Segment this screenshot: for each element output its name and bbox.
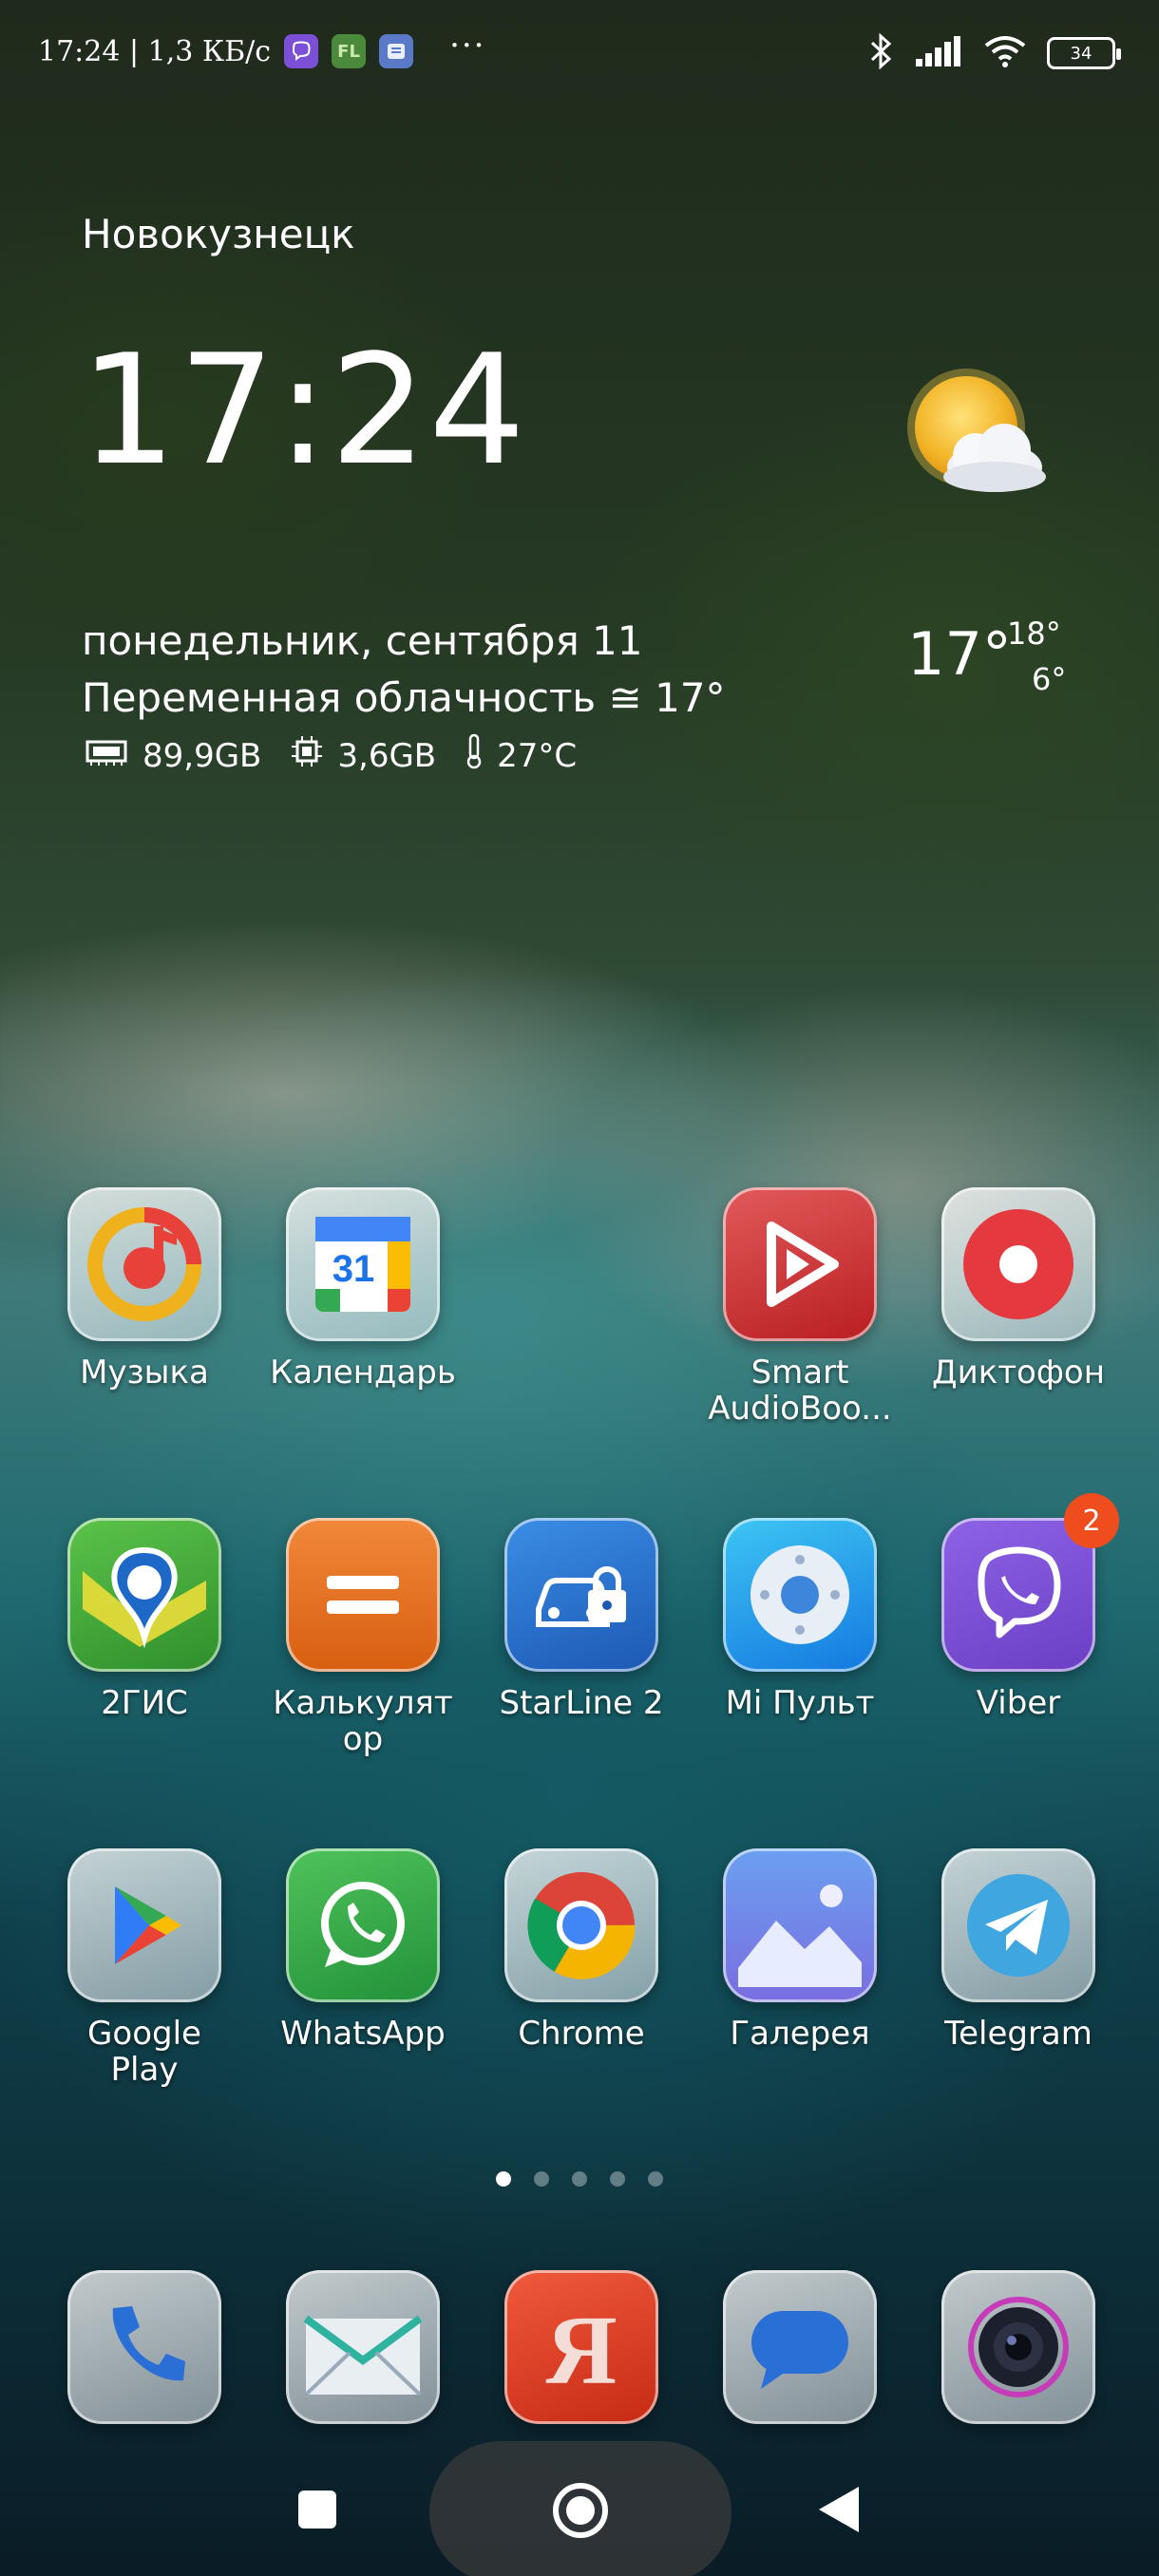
app-label: 2ГИС (101, 1684, 188, 1722)
page-dot[interactable] (534, 2171, 549, 2187)
mail-icon[interactable] (286, 2270, 440, 2424)
app-label: Viber (976, 1684, 1061, 1722)
home-button[interactable] (551, 2481, 610, 2544)
app-whatsapp[interactable]: WhatsApp (268, 1848, 458, 2052)
app-recorder[interactable]: Диктофон (923, 1187, 1113, 1391)
messages-icon[interactable] (723, 2270, 877, 2424)
low-temperature: 6° (1032, 661, 1067, 697)
wifi-icon (982, 34, 1028, 72)
storage-value: 89,9GB (142, 736, 262, 775)
app-label: Chrome (518, 2015, 645, 2053)
map-pin-icon[interactable] (67, 1518, 221, 1672)
gallery-icon[interactable] (723, 1848, 877, 2002)
app-mi-remote[interactable]: Mi Пульт (705, 1518, 895, 1721)
cpu-icon (290, 734, 324, 777)
page-dot[interactable] (572, 2171, 587, 2187)
page-dot[interactable] (610, 2171, 625, 2187)
yandex-icon[interactable]: Я (504, 2270, 658, 2424)
recents-button[interactable] (296, 2489, 338, 2534)
app-label: Google Play (87, 2015, 201, 2089)
app-google-play[interactable]: Google Play (49, 1848, 239, 2088)
app-calendar[interactable]: 31 Календарь (268, 1187, 458, 1391)
page-dot[interactable] (648, 2171, 663, 2187)
app-label: Telegram (944, 2015, 1092, 2053)
app-label: Диктофон (932, 1354, 1105, 1392)
weather-condition[interactable]: Переменная облачность ≅ 17° (82, 674, 726, 721)
app-label: WhatsApp (280, 2015, 446, 2053)
app-smart-audiobook[interactable]: Smart AudioBoo... (705, 1187, 895, 1427)
app-label: Музыка (80, 1354, 209, 1392)
status-bar: 17:24 | 1,3 КБ/с FL ··· 34 (0, 0, 1159, 104)
app-2gis[interactable]: 2ГИС (49, 1518, 239, 1721)
app-label: Mi Пульт (725, 1684, 875, 1722)
calendar-icon[interactable]: 31 (286, 1187, 440, 1341)
more-notifications-icon: ··· (449, 27, 486, 65)
app-chrome[interactable]: Chrome (486, 1848, 676, 2052)
status-time-speed: 17:24 | 1,3 КБ/с (38, 34, 272, 68)
dock-phone[interactable] (49, 2270, 239, 2424)
current-temperature[interactable]: 17° (907, 619, 1012, 689)
remote-icon[interactable] (723, 1518, 877, 1672)
app-label: StarLine 2 (499, 1684, 664, 1722)
signal-icon (914, 34, 963, 72)
app-label: Календарь (270, 1354, 456, 1392)
telegram-icon[interactable] (941, 1848, 1095, 2002)
fl-notification-icon: FL (332, 34, 367, 68)
calendar-day: 31 (332, 1248, 375, 1290)
app-gallery[interactable]: Галерея (705, 1848, 895, 2052)
app-label: Калькулят ор (273, 1684, 453, 1758)
viber-notification-icon (284, 34, 319, 68)
battery-icon: 34 (1047, 37, 1121, 69)
audiobook-icon[interactable] (723, 1187, 877, 1341)
cpu-temp-value: 27°C (497, 736, 578, 775)
car-lock-icon[interactable] (504, 1518, 658, 1672)
app-viber[interactable]: 2 Viber (923, 1493, 1119, 1722)
thermometer-icon (465, 733, 484, 778)
app-label: Smart AudioBoo... (708, 1354, 892, 1428)
app-label: Галерея (730, 2015, 870, 2053)
partly-cloudy-icon[interactable] (888, 361, 1059, 513)
dock-camera[interactable] (923, 2270, 1113, 2424)
widget-clock[interactable]: 17:24 (80, 334, 527, 486)
notification-badge: 2 (1064, 1493, 1119, 1548)
phone-icon[interactable] (67, 2270, 221, 2424)
dock-messages[interactable] (705, 2270, 895, 2424)
yandex-letter: Я (545, 2296, 617, 2404)
back-button[interactable] (817, 2485, 861, 2538)
page-indicator[interactable] (0, 2171, 1159, 2187)
widget-date[interactable]: понедельник, сентября 11 (82, 617, 643, 664)
camera-icon[interactable] (941, 2270, 1095, 2424)
battery-level: 34 (1070, 43, 1092, 64)
bluetooth-icon (868, 32, 895, 74)
chrome-icon[interactable] (504, 1848, 658, 2002)
city-label[interactable]: Новокузнецк (82, 211, 355, 257)
dock-yandex[interactable]: Я (486, 2270, 676, 2424)
notes-notification-icon (379, 34, 414, 68)
calculator-icon[interactable] (286, 1518, 440, 1672)
app-music[interactable]: Музыка (49, 1187, 239, 1391)
page-dot[interactable] (496, 2171, 511, 2187)
ram-value: 3,6GB (337, 736, 437, 775)
whatsapp-icon[interactable] (286, 1848, 440, 2002)
app-calculator[interactable]: Калькулят ор (268, 1518, 458, 1757)
dock-mail[interactable] (268, 2270, 458, 2424)
app-telegram[interactable]: Telegram (923, 1848, 1113, 2052)
storage-icon (84, 736, 129, 775)
app-starline[interactable]: StarLine 2 (486, 1518, 676, 1721)
high-temperature: 18° (1007, 616, 1061, 652)
music-icon[interactable] (67, 1187, 221, 1341)
recorder-icon[interactable] (941, 1187, 1095, 1341)
device-stats: 89,9GB 3,6GB 27°C (84, 733, 577, 778)
play-store-icon[interactable] (67, 1848, 221, 2002)
